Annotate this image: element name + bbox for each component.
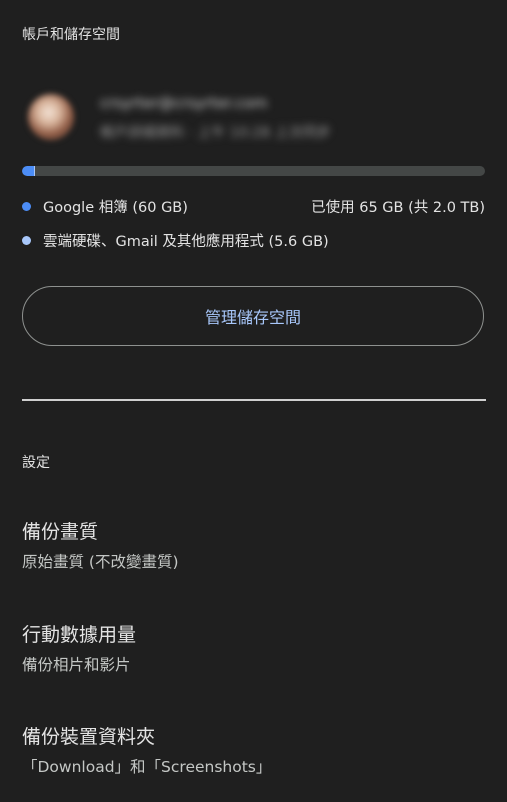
account-storage-header: 帳戶和儲存空間 xyxy=(22,27,120,43)
account-info[interactable]: crsyrter@crsyrter.com 帳戶詳細資料 · 上午 10:28 … xyxy=(22,90,485,148)
setting-title: 行動數據用量 xyxy=(22,624,137,646)
setting-value: 備份相片和影片 xyxy=(22,656,131,674)
section-divider xyxy=(22,399,486,401)
setting-mobile-data-usage[interactable]: 行動數據用量 備份相片和影片 xyxy=(22,620,485,700)
legend-photos: Google 相簿 (60 GB) 已使用 65 GB (共 2.0 TB) xyxy=(22,196,485,218)
setting-title: 備份裝置資料夾 xyxy=(22,726,156,748)
other-apps-dot-icon xyxy=(22,236,31,245)
setting-title: 備份畫質 xyxy=(22,521,99,543)
setting-backup-quality[interactable]: 備份畫質 原始畫質 (不改變畫質) xyxy=(22,517,485,597)
storage-usage-bar xyxy=(22,166,485,176)
setting-backup-device-folders[interactable]: 備份裝置資料夾 「Download」和「Screenshots」 xyxy=(22,722,485,802)
storage-bar-photos-fill xyxy=(22,166,34,176)
manage-storage-button[interactable]: 管理儲存空間 xyxy=(22,286,484,346)
used-total-label: 已使用 65 GB (共 2.0 TB) xyxy=(311,200,485,216)
account-subtitle: 帳戶詳細資料 · 上午 10:28 上次同步 xyxy=(100,125,331,141)
storage-bar-other-fill xyxy=(33,166,36,176)
photos-usage-label: Google 相簿 (60 GB) xyxy=(43,200,188,216)
settings-header: 設定 xyxy=(22,455,50,471)
account-email: crsyrter@crsyrter.com xyxy=(100,94,268,112)
photos-dot-icon xyxy=(22,202,31,211)
avatar[interactable] xyxy=(28,94,74,140)
other-apps-usage-label: 雲端硬碟、Gmail 及其他應用程式 (5.6 GB) xyxy=(43,234,329,250)
setting-value: 「Download」和「Screenshots」 xyxy=(22,758,272,776)
setting-value: 原始畫質 (不改變畫質) xyxy=(22,553,179,571)
legend-other: 雲端硬碟、Gmail 及其他應用程式 (5.6 GB) xyxy=(22,230,485,252)
